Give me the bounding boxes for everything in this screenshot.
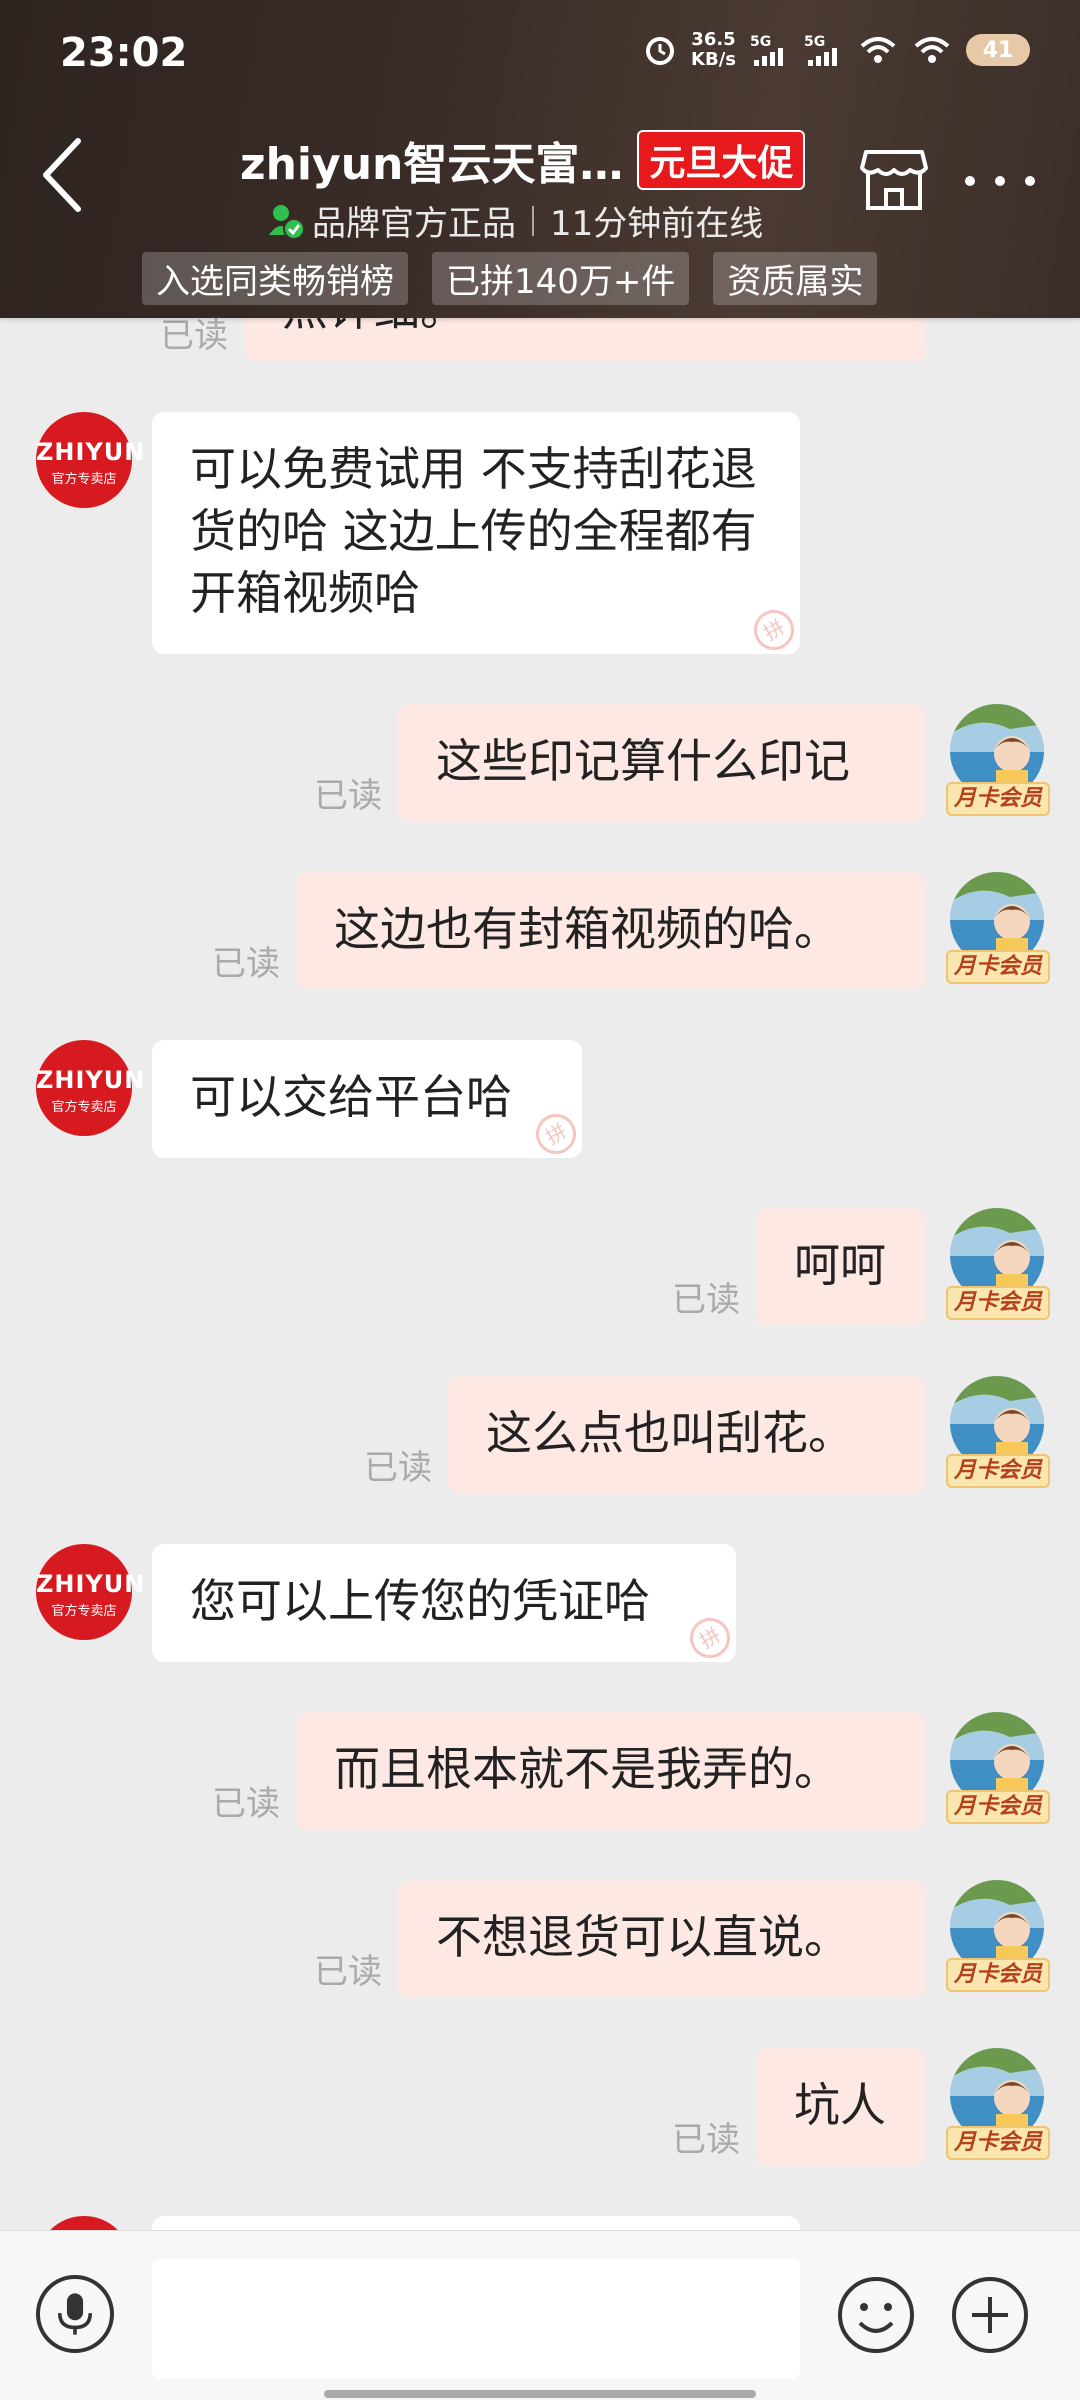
signal-icon-sim2: 5G [804,34,844,66]
read-status: 已读 [672,2120,740,2160]
stamp-icon: 拼 [528,1106,582,1158]
user-avatar[interactable]: 月卡会员 [946,1880,1050,2000]
back-arrow-icon[interactable] [38,135,86,215]
member-badge: 月卡会员 [946,1286,1050,1320]
shop-avatar[interactable]: ZHIYUN 官方专卖店 [36,1544,144,1640]
message-bubble-sent[interactable]: 这么点也叫刮花。 [448,1376,926,1494]
message-bubble-sent[interactable]: 这边也有封箱视频的哈。 [296,872,926,990]
user-avatar[interactable]: 月卡会员 [946,872,1050,992]
title-row[interactable]: zhiyun智云天富… 元旦大促 [240,128,806,192]
member-badge: 月卡会员 [946,1958,1050,1992]
user-avatar[interactable]: 月卡会员 [946,1208,1050,1328]
read-status: 已读 [314,776,382,816]
message-bubble-received[interactable]: 您可以上传您的凭证哈 拼 [152,1544,736,1662]
member-badge: 月卡会员 [946,1790,1050,1824]
alarm-icon [646,37,675,65]
read-status: 已读 [364,1448,432,1488]
shop-tag[interactable]: 已拼140万+件 [432,252,690,305]
user-avatar[interactable]: 月卡会员 [946,1376,1050,1496]
read-status: 已读 [212,1784,280,1824]
network-speed: 36.5 KB/s [691,29,736,70]
status-time: 23:02 [60,30,188,76]
read-status: 已读 [672,1280,740,1320]
chat-messages[interactable]: 已读 点详细。 ZHIYUN 官方专卖店 可以免费试用 不支持刮花退货的哈 这边… [0,318,1080,2230]
shop-title[interactable]: zhiyun智云天富… [240,128,623,192]
member-badge: 月卡会员 [946,950,1050,984]
shop-avatar[interactable]: ZHIYUN 官方专卖店 [36,412,144,508]
member-badge: 月卡会员 [946,782,1050,816]
battery-indicator: 41 [966,34,1030,66]
verified-brand-icon [269,204,305,240]
message-bubble-received[interactable]: 可以交给平台哈 拼 [152,1040,582,1158]
message-bubble-sent[interactable]: 坑人 [756,2048,926,2166]
message-bubble-sent[interactable]: 而且根本就不是我弄的。 [296,1712,926,1830]
message-bubble-received[interactable]: 可以免费试用 不支持刮花退货的哈 这边上传的全程都有开箱视频哈 拼 [152,412,800,654]
status-icons: 36.5 KB/s 5G 5G 41 [643,30,1030,70]
read-status: 已读 [314,1952,382,1992]
status-bar: 23:02 36.5 KB/s 5G 5G 41 [0,0,1080,110]
shop-avatar[interactable]: ZHIYUN 官方专卖店 [36,1040,144,1136]
input-bar [0,2230,1080,2400]
more-icon[interactable] [960,166,1040,196]
wifi-icon [860,37,896,63]
shop-avatar[interactable] [36,2216,132,2230]
stamp-icon: 拼 [746,602,800,654]
user-avatar[interactable]: 月卡会员 [946,1712,1050,1832]
shop-tags: 入选同类畅销榜 已拼140万+件 资质属实 [142,252,878,305]
signal-icon-sim1: 5G [750,34,790,66]
home-indicator[interactable] [324,2390,756,2398]
subtitle-divider [532,205,534,236]
message-input[interactable] [152,2259,800,2379]
shop-tag[interactable]: 资质属实 [713,252,878,305]
read-status: 已读 [212,944,280,984]
read-status: 已读 [160,318,228,356]
promo-badge: 元旦大促 [637,130,806,190]
message-bubble-sent[interactable]: 这些印记算什么印记 [398,704,926,822]
shop-subtitle: 品牌官方正品 11分钟前在线 [266,196,763,245]
message-bubble-sent[interactable]: 呵呵 [756,1208,926,1326]
member-badge: 月卡会员 [946,1454,1050,1488]
stamp-icon: 拼 [682,1610,736,1662]
message-bubble-sent[interactable]: 不想退货可以直说。 [398,1880,926,1998]
shop-tag[interactable]: 入选同类畅销榜 [142,252,408,305]
member-badge: 月卡会员 [946,2126,1050,2160]
user-avatar[interactable]: 月卡会员 [946,704,1050,824]
online-status: 11分钟前在线 [550,204,764,244]
store-icon[interactable] [860,148,928,212]
message-bubble-received[interactable] [152,2216,800,2230]
wifi-icon-2 [914,37,950,63]
emoji-icon[interactable] [836,2275,916,2355]
plus-icon[interactable] [950,2275,1030,2355]
chat-header: 23:02 36.5 KB/s 5G 5G 41 zhiyun智云天富… 元旦大… [0,0,1080,318]
microphone-icon[interactable] [36,2275,114,2353]
brand-official-label: 品牌官方正品 [312,204,516,244]
message-bubble-sent[interactable]: 点详细。 [244,318,926,362]
user-avatar[interactable]: 月卡会员 [946,2048,1050,2168]
